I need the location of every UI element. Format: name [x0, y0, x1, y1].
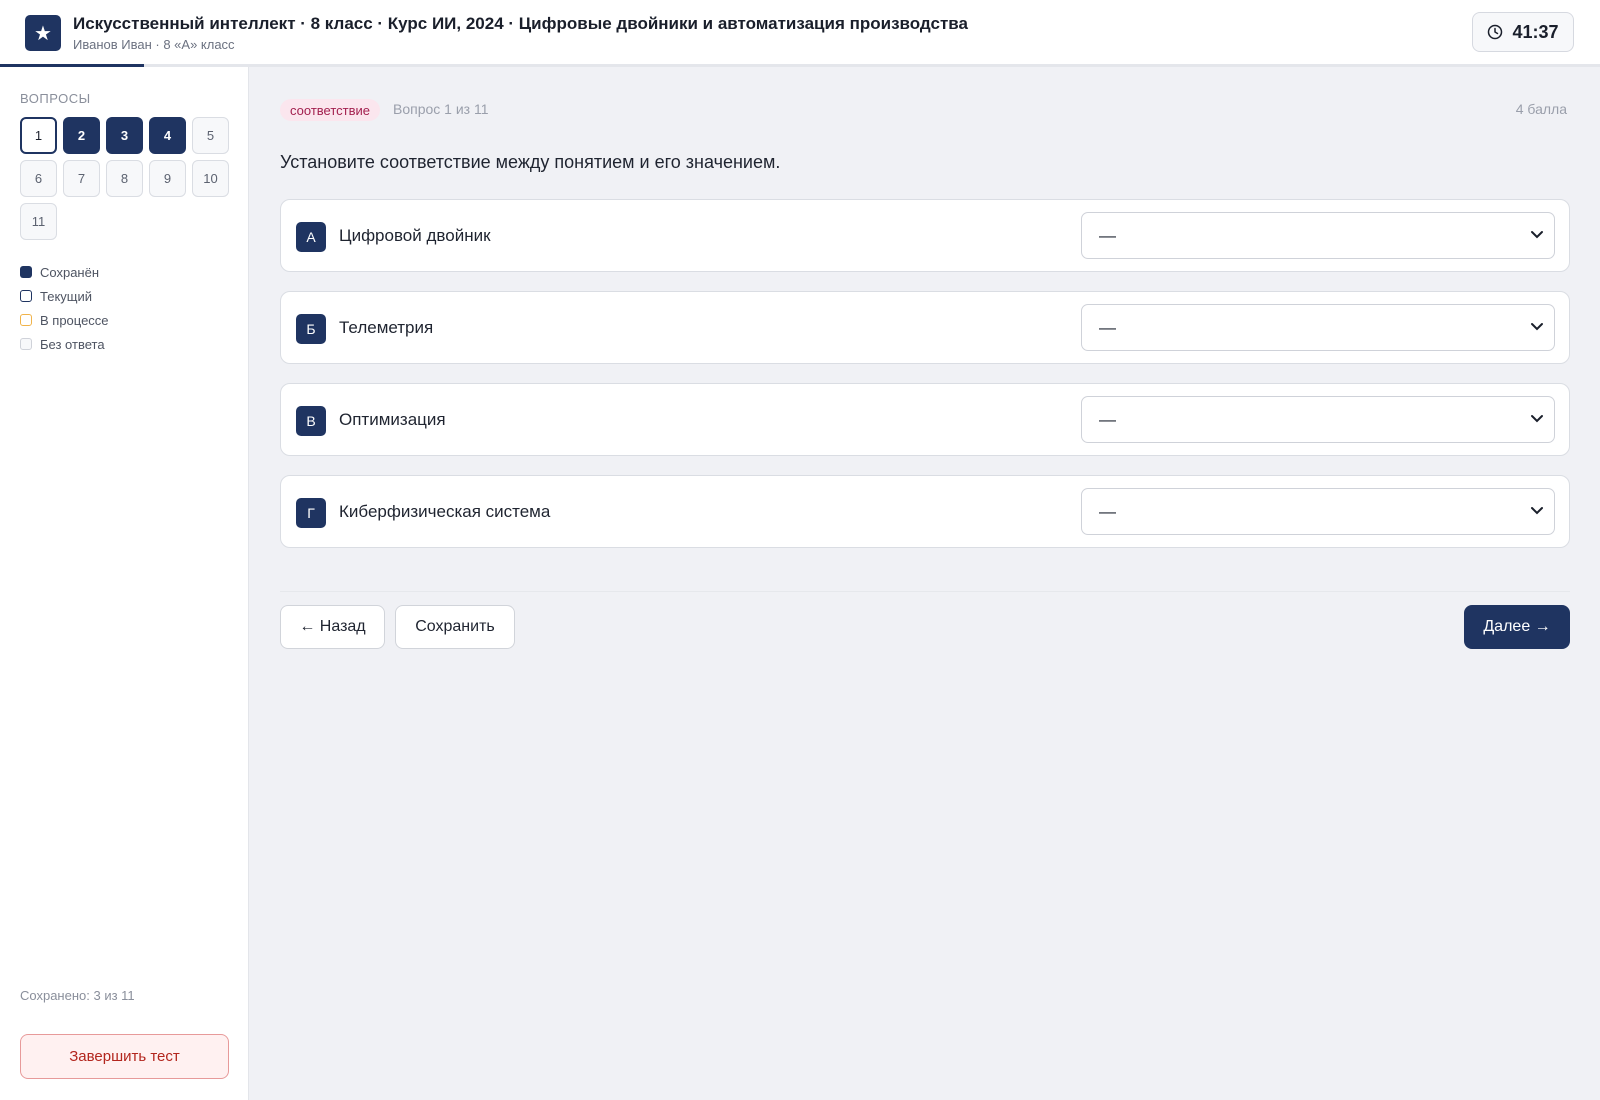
- match-select[interactable]: —: [1081, 304, 1555, 351]
- row-letter-badge: В: [296, 406, 326, 436]
- question-nav-button-11[interactable]: 11: [20, 203, 57, 240]
- question-nav-button-8[interactable]: 8: [106, 160, 143, 197]
- row-term: Цифровой двойник: [339, 226, 491, 245]
- question-nav-button-2[interactable]: 2: [63, 117, 100, 154]
- legend-label-empty: Без ответа: [40, 336, 105, 352]
- question-points: 4 балла: [1515, 101, 1567, 117]
- legend-item-current: Текущий: [20, 284, 109, 308]
- save-button[interactable]: Сохранить: [395, 605, 515, 649]
- question-text: Установите соответствие между понятием и…: [280, 152, 781, 172]
- match-row: Г Киберфизическая система —: [280, 475, 1570, 548]
- chevron-down-icon: [1531, 507, 1543, 515]
- select-value: —: [1099, 410, 1116, 429]
- next-button[interactable]: Далее →: [1464, 605, 1570, 649]
- finish-test-button[interactable]: Завершить тест: [20, 1034, 229, 1079]
- match-row: А Цифровой двойник —: [280, 199, 1570, 272]
- legend-label-in-progress: В процессе: [40, 312, 109, 328]
- select-value: —: [1099, 502, 1116, 521]
- question-panel: соответствие Вопрос 1 из 11 4 балла Уста…: [249, 67, 1600, 1100]
- divider: [280, 591, 1570, 592]
- timer: 41:37: [1472, 12, 1574, 52]
- clock-icon: [1488, 24, 1503, 40]
- question-nav-button-3[interactable]: 3: [106, 117, 143, 154]
- legend-item-in-progress: В процессе: [20, 308, 109, 332]
- match-select[interactable]: —: [1081, 488, 1555, 535]
- row-term: Телеметрия: [339, 318, 434, 337]
- question-counter: Вопрос 1 из 11: [393, 101, 489, 117]
- question-type-tag: соответствие: [280, 99, 380, 121]
- match-row: В Оптимизация —: [280, 383, 1570, 456]
- empty-swatch-icon: [20, 338, 32, 350]
- question-nav-button-4[interactable]: 4: [149, 117, 186, 154]
- legend-item-empty: Без ответа: [20, 332, 109, 356]
- saved-swatch-icon: [20, 266, 32, 278]
- test-title: Искусственный интеллект · 8 класс · Курс…: [73, 14, 968, 33]
- select-value: —: [1099, 318, 1116, 337]
- match-select[interactable]: —: [1081, 212, 1555, 259]
- sidebar: ВОПРОСЫ 1 2 3 4 5 6 7 8 9 10 11 Сохранён Текущий В…: [0, 67, 249, 1100]
- chevron-down-icon: [1531, 231, 1543, 239]
- in-progress-swatch-icon: [20, 314, 32, 326]
- question-nav-button-7[interactable]: 7: [63, 160, 100, 197]
- match-row: Б Телеметрия —: [280, 291, 1570, 364]
- row-letter-badge: А: [296, 222, 326, 252]
- star-logo-icon: ★: [25, 15, 61, 51]
- legend: Сохранён Текущий В процессе Без ответа: [20, 260, 109, 356]
- app-header: ★ Искусственный интеллект · 8 класс · Ку…: [0, 0, 1600, 66]
- question-nav-button-1[interactable]: 1: [20, 117, 57, 154]
- current-swatch-icon: [20, 290, 32, 302]
- question-nav-grid: 1 2 3 4 5 6 7 8 9 10 11: [20, 117, 235, 240]
- chevron-down-icon: [1531, 415, 1543, 423]
- chevron-down-icon: [1531, 323, 1543, 331]
- question-nav-button-9[interactable]: 9: [149, 160, 186, 197]
- legend-label-saved: Сохранён: [40, 264, 100, 280]
- timer-value: 41:37: [1512, 21, 1559, 42]
- student-info: Иванов Иван · 8 «А» класс: [73, 37, 235, 52]
- legend-item-saved: Сохранён: [20, 260, 109, 284]
- questions-heading: ВОПРОСЫ: [20, 91, 91, 106]
- question-nav-button-10[interactable]: 10: [192, 160, 229, 197]
- back-button[interactable]: ← Назад: [280, 605, 385, 649]
- select-value: —: [1099, 226, 1116, 245]
- match-select[interactable]: —: [1081, 396, 1555, 443]
- row-letter-badge: Г: [296, 498, 326, 528]
- question-nav-button-5[interactable]: 5: [192, 117, 229, 154]
- saved-count: Сохранено: 3 из 11: [20, 988, 135, 1003]
- row-term: Оптимизация: [339, 410, 446, 429]
- question-nav-button-6[interactable]: 6: [20, 160, 57, 197]
- legend-label-current: Текущий: [40, 288, 92, 304]
- row-letter-badge: Б: [296, 314, 326, 344]
- row-term: Киберфизическая система: [339, 502, 551, 521]
